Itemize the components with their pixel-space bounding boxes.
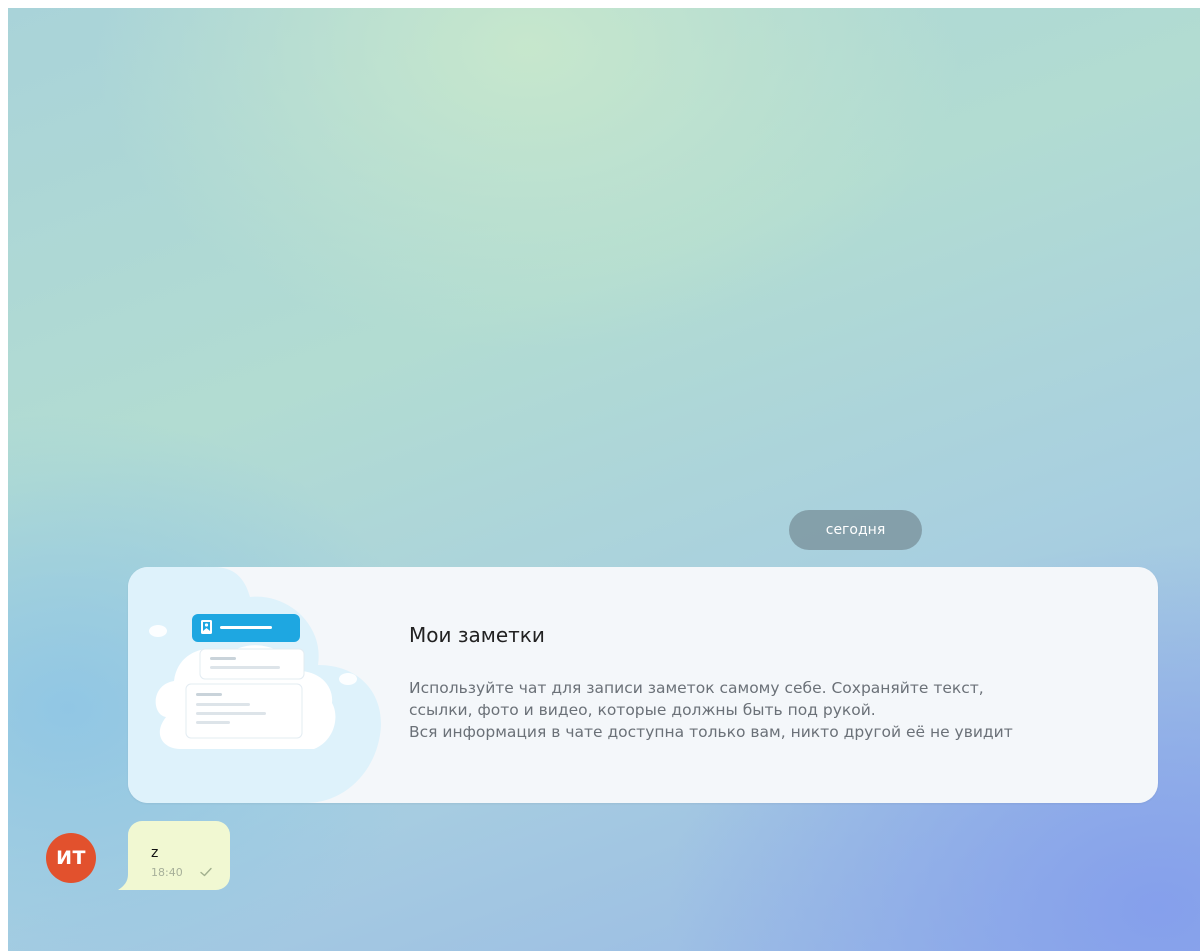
notes-intro-title: Мои заметки [409, 623, 545, 647]
check-icon [200, 867, 212, 877]
window-frame-top [0, 0, 1200, 8]
notes-intro-line: Вся информация в чате доступна только ва… [409, 723, 1013, 741]
notes-intro-line: ссылки, фото и видео, которые должны быт… [409, 701, 876, 719]
message-bubble[interactable]: z 18:40 [128, 821, 230, 890]
message-text: z [151, 845, 159, 861]
notes-intro-card: Мои заметки Используйте чат для записи з… [128, 567, 1158, 803]
window-frame-left [0, 0, 8, 951]
chat-background [8, 8, 1200, 951]
notes-cloud-illustration [128, 567, 381, 803]
message-time: 18:40 [151, 866, 183, 879]
notes-intro-description: Используйте чат для записи заметок самом… [409, 677, 1139, 743]
notes-intro-line: Используйте чат для записи заметок самом… [409, 679, 984, 697]
avatar[interactable]: ИТ [46, 833, 96, 883]
date-separator: сегодня [789, 510, 922, 550]
